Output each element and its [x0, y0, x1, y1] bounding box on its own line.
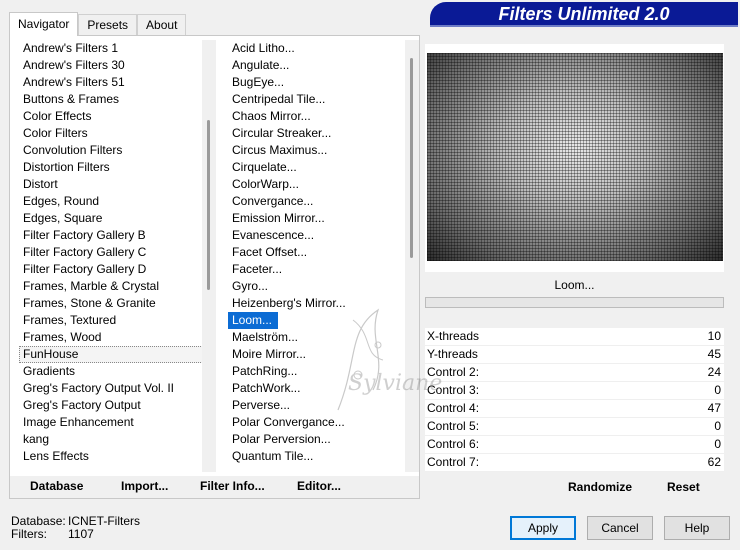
category-item[interactable]: Andrew's Filters 30	[19, 57, 209, 74]
category-item[interactable]: Greg's Factory Output Vol. II	[19, 380, 209, 397]
filter-item[interactable]: Facet Offset...	[228, 244, 408, 261]
help-button[interactable]: Help	[664, 516, 730, 540]
filter-item[interactable]: Gyro...	[228, 278, 408, 295]
filter-item[interactable]: Acid Litho...	[228, 40, 408, 57]
category-item[interactable]: Andrew's Filters 1	[19, 40, 209, 57]
category-item[interactable]: Filter Factory Gallery C	[19, 244, 209, 261]
category-item[interactable]: Filter Factory Gallery B	[19, 227, 209, 244]
category-item[interactable]: Image Enhancement	[19, 414, 209, 431]
tab-about[interactable]: About	[137, 14, 187, 36]
import-button[interactable]: Import...	[121, 479, 168, 493]
filter-item[interactable]: Cirquelate...	[228, 159, 408, 176]
category-item[interactable]: Color Filters	[19, 125, 209, 142]
category-item[interactable]: Greg's Factory Output	[19, 397, 209, 414]
category-item[interactable]: Distort	[19, 176, 209, 193]
database-button[interactable]: Database	[30, 479, 83, 493]
control-value: 24	[707, 365, 721, 379]
filter-info-button[interactable]: Filter Info...	[200, 479, 265, 493]
category-item[interactable]: Frames, Marble & Crystal	[19, 278, 209, 295]
control-row[interactable]: Control 2: 24	[425, 364, 724, 382]
preview-filter-name: Loom...	[425, 274, 724, 296]
tab-bar: Navigator Presets About	[9, 12, 187, 36]
preview-image	[427, 53, 723, 261]
category-item[interactable]: Distortion Filters	[19, 159, 209, 176]
category-item[interactable]: Lens Effects	[19, 448, 209, 465]
watermark-flourish-icon: Sylviane	[337, 308, 442, 411]
reset-button[interactable]: Reset	[667, 480, 700, 494]
filter-item[interactable]: Chaos Mirror...	[228, 108, 408, 125]
filter-item[interactable]: Quantum Tile...	[228, 448, 408, 465]
filter-item[interactable]: Angulate...	[228, 57, 408, 74]
controls-list: X-threads 10 Y-threads 45 Control 2: 24 Contro…	[425, 328, 724, 472]
filter-item[interactable]: Circular Streaker...	[228, 125, 408, 142]
category-item[interactable]: Edges, Round	[19, 193, 209, 210]
control-value: 62	[707, 455, 721, 469]
editor-button[interactable]: Editor...	[297, 479, 341, 493]
control-value: 45	[707, 347, 721, 361]
category-item[interactable]: Andrew's Filters 51	[19, 74, 209, 91]
category-item[interactable]: Frames, Stone & Granite	[19, 295, 209, 312]
filter-scrollbar-thumb[interactable]	[410, 58, 413, 258]
category-item[interactable]: Filter Factory Gallery D	[19, 261, 209, 278]
tab-presets[interactable]: Presets	[78, 14, 138, 36]
category-item[interactable]: Gradients	[19, 363, 209, 380]
control-label: Control 6:	[427, 437, 480, 451]
status-filters-value: 1107	[68, 527, 94, 541]
category-item[interactable]: Color Effects	[19, 108, 209, 125]
control-value: 0	[714, 419, 721, 433]
filter-item[interactable]: Centripedal Tile...	[228, 91, 408, 108]
category-item[interactable]: Convolution Filters	[19, 142, 209, 159]
control-value: 47	[707, 401, 721, 415]
control-label: Control 7:	[427, 455, 480, 469]
category-item[interactable]: kang	[19, 431, 209, 448]
filter-item[interactable]: Loom...	[228, 312, 279, 329]
preview-panel	[425, 44, 724, 272]
control-row[interactable]: Control 3: 0	[425, 382, 724, 400]
control-value: 10	[707, 329, 721, 343]
status-area: Database: ICNET-Filters Filters: 1107	[11, 515, 140, 541]
navigator-buttons: Database Import... Filter Info... Editor…	[9, 475, 420, 499]
category-scrollbar-thumb[interactable]	[207, 120, 210, 290]
category-item[interactable]: Edges, Square	[19, 210, 209, 227]
control-row[interactable]: Control 4: 47	[425, 400, 724, 418]
tab-navigator[interactable]: Navigator	[9, 12, 79, 36]
progress-bar	[425, 297, 724, 308]
control-row[interactable]: Control 7: 62	[425, 454, 724, 472]
app-title-banner: Filters Unlimited 2.0	[430, 2, 738, 27]
filter-item[interactable]: Emission Mirror...	[228, 210, 408, 227]
category-list[interactable]: Andrew's Filters 1 Andrew's Filters 30 And…	[19, 40, 209, 472]
watermark: Sylviane	[318, 300, 458, 423]
filter-item[interactable]: Circus Maximus...	[228, 142, 408, 159]
filter-item[interactable]: ColorWarp...	[228, 176, 408, 193]
control-row[interactable]: Y-threads 45	[425, 346, 724, 364]
control-value: 0	[714, 437, 721, 451]
filter-item[interactable]: Convergance...	[228, 193, 408, 210]
filter-item[interactable]: Faceter...	[228, 261, 408, 278]
filter-item[interactable]: BugEye...	[228, 74, 408, 91]
apply-button[interactable]: Apply	[510, 516, 576, 540]
status-filters-label: Filters:	[11, 527, 47, 541]
category-item[interactable]: Frames, Wood	[19, 329, 209, 346]
category-item[interactable]: Buttons & Frames	[19, 91, 209, 108]
navigator-panel: Andrew's Filters 1 Andrew's Filters 30 And…	[9, 35, 420, 499]
category-scrollbar[interactable]	[202, 40, 216, 472]
cancel-button[interactable]: Cancel	[587, 516, 653, 540]
control-row[interactable]: Control 6: 0	[425, 436, 724, 454]
filter-item[interactable]: Polar Perversion...	[228, 431, 408, 448]
watermark-text: Sylviane	[348, 371, 442, 396]
filter-item[interactable]: Evanescence...	[228, 227, 408, 244]
control-row[interactable]: X-threads 10	[425, 328, 724, 346]
control-row[interactable]: Control 5: 0	[425, 418, 724, 436]
category-item[interactable]: FunHouse	[19, 346, 209, 363]
control-value: 0	[714, 383, 721, 397]
category-item[interactable]: Frames, Textured	[19, 312, 209, 329]
randomize-button[interactable]: Randomize	[568, 480, 632, 494]
